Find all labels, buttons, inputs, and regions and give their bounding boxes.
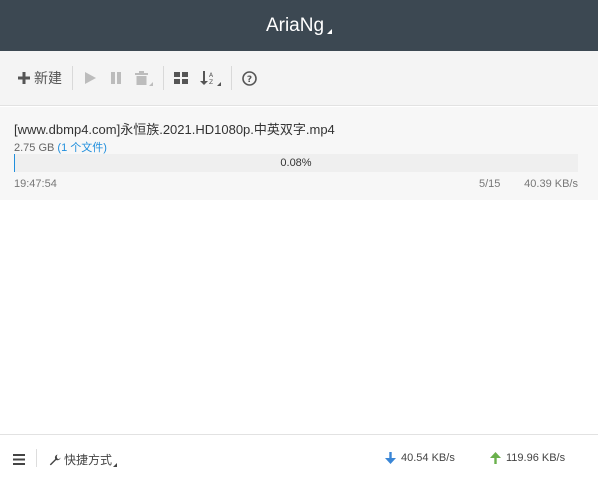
- task-name: [www.dbmp4.com]永恒族.2021.HD1080p.中英双字.mp4: [14, 122, 335, 137]
- global-download-speed: 40.54 KB/s: [385, 452, 455, 464]
- arrow-down-icon: [385, 452, 396, 464]
- task-size: 2.75 GB: [14, 142, 55, 154]
- pause-icon: [111, 72, 121, 84]
- footer-divider: [36, 449, 37, 467]
- sort-button[interactable]: AZ: [194, 63, 227, 93]
- new-task-button[interactable]: 新建: [12, 63, 68, 93]
- new-task-label: 新建: [34, 70, 62, 86]
- toolbar: 新建 AZ ?: [0, 51, 598, 106]
- task-speed: 40.39 KB/s: [524, 178, 578, 190]
- shortcut-label: 快捷方式: [64, 453, 113, 467]
- app-header: AriaNg: [0, 0, 598, 51]
- grid-icon: [174, 72, 188, 84]
- caret-icon: [149, 82, 153, 86]
- help-icon: ?: [242, 70, 257, 86]
- svg-text:A: A: [209, 72, 214, 79]
- app-brand-menu[interactable]: AriaNg: [265, 14, 333, 37]
- hamburger-icon: [13, 454, 25, 465]
- caret-icon: [217, 82, 221, 86]
- task-item[interactable]: [www.dbmp4.com]永恒族.2021.HD1080p.中英双字.mp4…: [0, 107, 598, 200]
- help-button[interactable]: ?: [236, 63, 263, 93]
- select-button[interactable]: [168, 63, 194, 93]
- svg-text:?: ?: [247, 75, 252, 85]
- start-button[interactable]: [77, 63, 103, 93]
- progress-bar: 0.08%: [14, 154, 578, 172]
- pause-button[interactable]: [103, 63, 129, 93]
- caret-icon: [113, 462, 118, 467]
- plus-icon: [18, 72, 30, 84]
- app-title: AriaNg: [265, 14, 325, 36]
- task-files-link[interactable]: (1 个文件): [57, 142, 107, 154]
- upload-speed-value: 119.96 KB/s: [506, 452, 566, 464]
- toolbar-divider: [72, 66, 73, 90]
- menu-button[interactable]: [13, 452, 25, 470]
- play-icon: [85, 72, 96, 84]
- task-connections: 5/15: [479, 178, 501, 190]
- arrow-up-icon: [490, 452, 501, 464]
- toolbar-divider: [231, 66, 232, 90]
- toolbar-divider: [163, 66, 164, 90]
- task-remaining-time: 19:47:54: [14, 178, 57, 190]
- trash-icon: [135, 71, 148, 85]
- svg-text:Z: Z: [209, 79, 213, 86]
- progress-text: 0.08%: [280, 157, 312, 169]
- sort-az-icon: AZ: [200, 71, 214, 86]
- footer: 快捷方式 40.54 KB/s 119.96 KB/s: [0, 434, 598, 480]
- task-size-line: 2.75 GB (1 个文件): [14, 139, 107, 155]
- caret-icon: [327, 28, 333, 34]
- download-speed-value: 40.54 KB/s: [401, 452, 455, 464]
- delete-button[interactable]: [129, 63, 159, 93]
- wrench-icon: [49, 454, 61, 465]
- global-upload-speed: 119.96 KB/s: [490, 452, 565, 464]
- shortcut-dropdown[interactable]: 快捷方式: [49, 451, 118, 468]
